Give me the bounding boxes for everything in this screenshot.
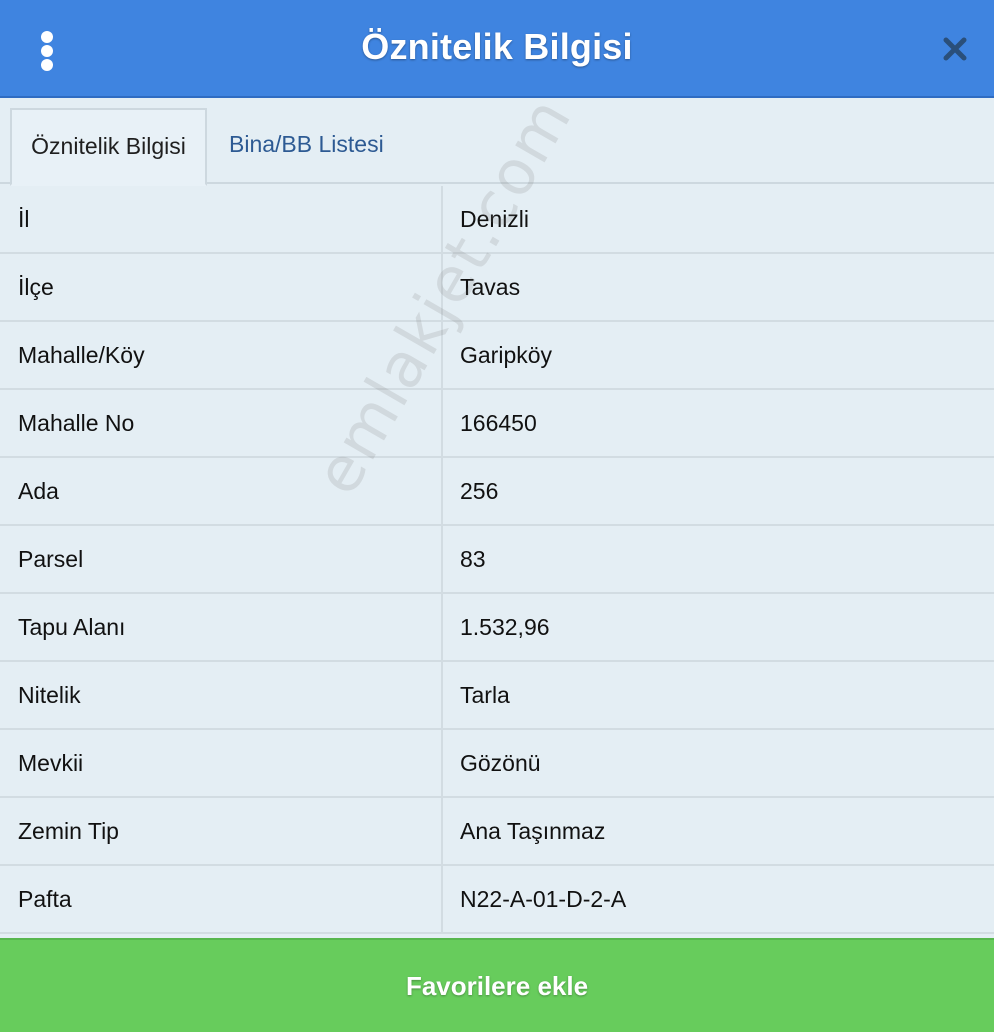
column-divider [441, 662, 443, 728]
attribute-key: Mahalle/Köy [18, 342, 145, 368]
column-divider [441, 458, 443, 524]
attribute-info-panel: Öznitelik Bilgisi Öznitelik Bilgisi Bina… [0, 0, 994, 1032]
attribute-key: İl [18, 206, 30, 232]
table-row: İl Denizli [0, 186, 994, 254]
table-row: Parsel 83 [0, 526, 994, 594]
attribute-value: N22-A-01-D-2-A [460, 886, 627, 912]
attribute-value: 256 [460, 478, 499, 504]
column-divider [441, 798, 443, 864]
attribute-value: Tavas [460, 274, 521, 300]
attribute-key: Nitelik [18, 682, 81, 708]
attribute-value: Tarla [460, 682, 510, 708]
table-row: İlçe Tavas [0, 254, 994, 322]
close-icon[interactable] [942, 36, 968, 62]
attribute-value: 166450 [460, 410, 537, 436]
column-divider [441, 526, 443, 592]
tab-bar: Öznitelik Bilgisi Bina/BB Listesi [0, 100, 994, 186]
tab-building-list[interactable]: Bina/BB Listesi [229, 108, 384, 184]
column-divider [441, 866, 443, 932]
table-row: Mahalle/Köy Garipköy [0, 322, 994, 390]
attribute-value: Garipköy [460, 342, 553, 368]
table-row: Zemin Tip Ana Taşınmaz [0, 798, 994, 866]
page-title: Öznitelik Bilgisi [361, 26, 633, 67]
column-divider [441, 254, 443, 320]
table-row: Pafta N22-A-01-D-2-A [0, 866, 994, 934]
attribute-value: Gözönü [460, 750, 541, 776]
attribute-key: Parsel [18, 546, 84, 572]
table-row: Mahalle No 166450 [0, 390, 994, 458]
column-divider [441, 390, 443, 456]
column-divider [441, 594, 443, 660]
attribute-key: Zemin Tip [18, 818, 119, 844]
attribute-value: 83 [460, 546, 486, 572]
attribute-key: İlçe [18, 274, 54, 300]
attribute-key: Ada [18, 478, 59, 504]
add-to-favorites-button[interactable]: Favorilere ekle [0, 938, 994, 1032]
table-row: Mevkii Gözönü [0, 730, 994, 798]
table-row: Ada 256 [0, 458, 994, 526]
attribute-value: Denizli [460, 206, 530, 232]
attribute-table: İl Denizli İlçe Tavas Mahalle/Köy Garipk… [0, 186, 994, 934]
table-row: Tapu Alanı 1.532,96 [0, 594, 994, 662]
attribute-value: 1.532,96 [460, 614, 550, 640]
attribute-key: Pafta [18, 886, 72, 912]
column-divider [441, 730, 443, 796]
attribute-key: Mevkii [18, 750, 84, 776]
attribute-value: Ana Taşınmaz [460, 818, 606, 844]
header-bar: Öznitelik Bilgisi [0, 0, 994, 98]
column-divider [441, 186, 443, 252]
column-divider [441, 322, 443, 388]
tab-attribute-info[interactable]: Öznitelik Bilgisi [10, 108, 207, 186]
attribute-key: Mahalle No [18, 410, 135, 436]
attribute-key: Tapu Alanı [18, 614, 126, 640]
table-row: Nitelik Tarla [0, 662, 994, 730]
